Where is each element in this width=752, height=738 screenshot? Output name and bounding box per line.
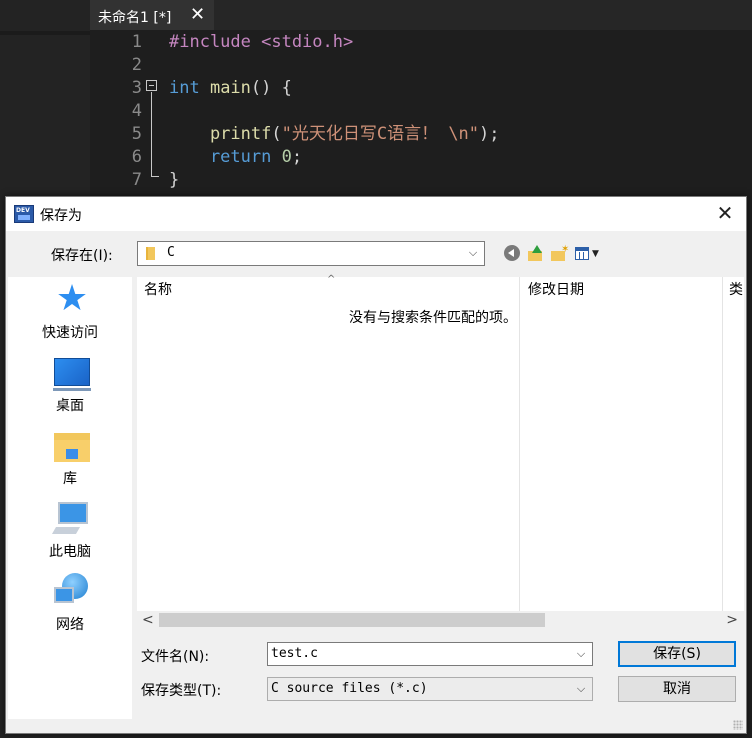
column-header-date[interactable]: 修改日期 — [528, 277, 584, 303]
save-in-combo[interactable]: C ⌵ — [137, 241, 485, 266]
chevron-down-icon[interactable]: ⌵ — [466, 242, 480, 264]
column-divider[interactable] — [722, 277, 723, 611]
chevron-down-icon[interactable]: ⌵ — [574, 678, 588, 700]
place-library[interactable]: 库 — [8, 423, 132, 493]
code-token: } — [169, 170, 180, 190]
code-text: #include <stdio.h> — [169, 31, 353, 54]
place-this-pc[interactable]: 此电脑 — [8, 496, 132, 566]
place-quick-access[interactable]: ★ 快速访问 — [8, 277, 132, 347]
code-line[interactable]: 7} — [90, 169, 752, 192]
filename-input[interactable]: test.c ⌵ — [267, 642, 593, 666]
star-icon: ★ — [55, 278, 89, 319]
code-token: "光天化日写C语言！ \n" — [281, 124, 480, 144]
line-number: 1 — [131, 32, 142, 52]
line-number: 2 — [131, 55, 142, 75]
code-token: int — [169, 78, 210, 98]
up-folder-icon[interactable] — [528, 245, 546, 263]
column-header-type[interactable]: 类 — [729, 277, 743, 303]
code-token: ; — [291, 147, 303, 167]
save-in-value: C — [167, 245, 175, 260]
place-label: 此电脑 — [49, 544, 91, 560]
place-network[interactable]: 网络 — [8, 569, 132, 639]
column-header-name[interactable]: 名称 — [144, 277, 172, 303]
code-line[interactable]: 5 printf("光天化日写C语言！ \n"); — [90, 123, 752, 146]
code-token: ); — [479, 124, 500, 144]
line-number: 3 — [131, 78, 142, 98]
code-line[interactable]: 3 int main() { — [90, 77, 752, 100]
dialog-title: 保存为 — [40, 208, 82, 224]
code-line[interactable]: 4 — [90, 100, 752, 123]
column-divider[interactable] — [519, 277, 520, 611]
code-line[interactable]: 1 #include <stdio.h> — [90, 31, 752, 54]
code-text: printf("光天化日写C语言！ \n"); — [169, 123, 500, 146]
line-number: 5 — [131, 124, 142, 144]
place-label: 网络 — [56, 617, 84, 633]
line-number: 7 — [131, 170, 142, 190]
code-line[interactable]: 6 return 0; — [90, 146, 752, 169]
code-token: () { — [250, 78, 292, 98]
computer-icon — [51, 500, 90, 536]
tab-untitled1[interactable]: 未命名1 [*] ✕ — [90, 0, 214, 30]
editor-tabbar: 未命名1 [*] ✕ — [90, 0, 752, 30]
view-menu-icon[interactable]: ▼ — [575, 245, 603, 263]
scrollbar-thumb[interactable] — [159, 613, 545, 627]
desktop-icon — [53, 358, 91, 391]
code-token: printf — [169, 124, 272, 144]
empty-message: 没有与搜索条件匹配的项。 — [349, 310, 517, 326]
devcpp-app-icon — [14, 205, 34, 223]
places-bar: ★ 快速访问 桌面 库 此电脑 网络 — [8, 277, 132, 719]
tab-title: 未命名1 [*] — [98, 10, 172, 26]
horizontal-scrollbar[interactable]: < > — [137, 611, 744, 629]
filetype-label: 保存类型(T): — [141, 683, 222, 699]
chevron-down-icon[interactable]: ⌵ — [574, 643, 588, 665]
line-number: 4 — [131, 101, 142, 121]
code-token: ( — [271, 124, 282, 144]
panel-separator — [0, 31, 90, 35]
save-button[interactable]: 保存(S) — [618, 641, 736, 667]
back-icon[interactable] — [504, 245, 522, 263]
code-text: return 0; — [169, 146, 302, 169]
scroll-left-icon[interactable]: < — [142, 611, 154, 629]
dialog-titlebar: 保存为 ✕ — [6, 197, 746, 231]
place-label: 桌面 — [56, 398, 84, 414]
resize-grip-icon[interactable] — [733, 720, 743, 730]
network-icon — [54, 573, 90, 609]
code-text: int main() { — [169, 77, 292, 100]
file-list[interactable]: 名称 ^ 修改日期 类 没有与搜索条件匹配的项。 < > — [137, 274, 744, 629]
filename-label: 文件名(N): — [141, 649, 210, 665]
save-in-label: 保存在(I): — [51, 248, 113, 264]
cancel-button[interactable]: 取消 — [618, 676, 736, 702]
code-text: } — [169, 169, 179, 192]
sort-ascending-icon: ^ — [327, 274, 336, 285]
place-label: 库 — [63, 471, 77, 487]
filename-value: test.c — [271, 646, 318, 661]
filetype-value: C source files (*.c) — [271, 681, 428, 696]
new-folder-icon[interactable]: ✶ — [551, 245, 569, 263]
library-icon — [54, 427, 90, 463]
folder-icon — [146, 247, 155, 260]
code-token: main — [209, 78, 251, 98]
dialog-body: 保存在(I): C ⌵ ✶ ▼ ★ 快速访问 桌面 库 此电脑 网络 名称 ^ … — [6, 231, 746, 733]
place-label: 快速访问 — [42, 325, 98, 341]
scroll-right-icon[interactable]: > — [726, 611, 738, 629]
filetype-select[interactable]: C source files (*.c) ⌵ — [267, 677, 593, 701]
place-desktop[interactable]: 桌面 — [8, 350, 132, 420]
code-token: 0 — [281, 147, 292, 167]
line-number: 6 — [131, 147, 142, 167]
code-token: return — [169, 147, 282, 167]
dialog-close-button[interactable]: ✕ — [710, 201, 740, 227]
close-tab-icon[interactable]: ✕ — [190, 4, 205, 26]
code-line[interactable]: 2 — [90, 54, 752, 77]
code-token: #include <stdio.h> — [169, 32, 354, 52]
save-as-dialog: 保存为 ✕ 保存在(I): C ⌵ ✶ ▼ ★ 快速访问 桌面 库 — [5, 196, 747, 734]
